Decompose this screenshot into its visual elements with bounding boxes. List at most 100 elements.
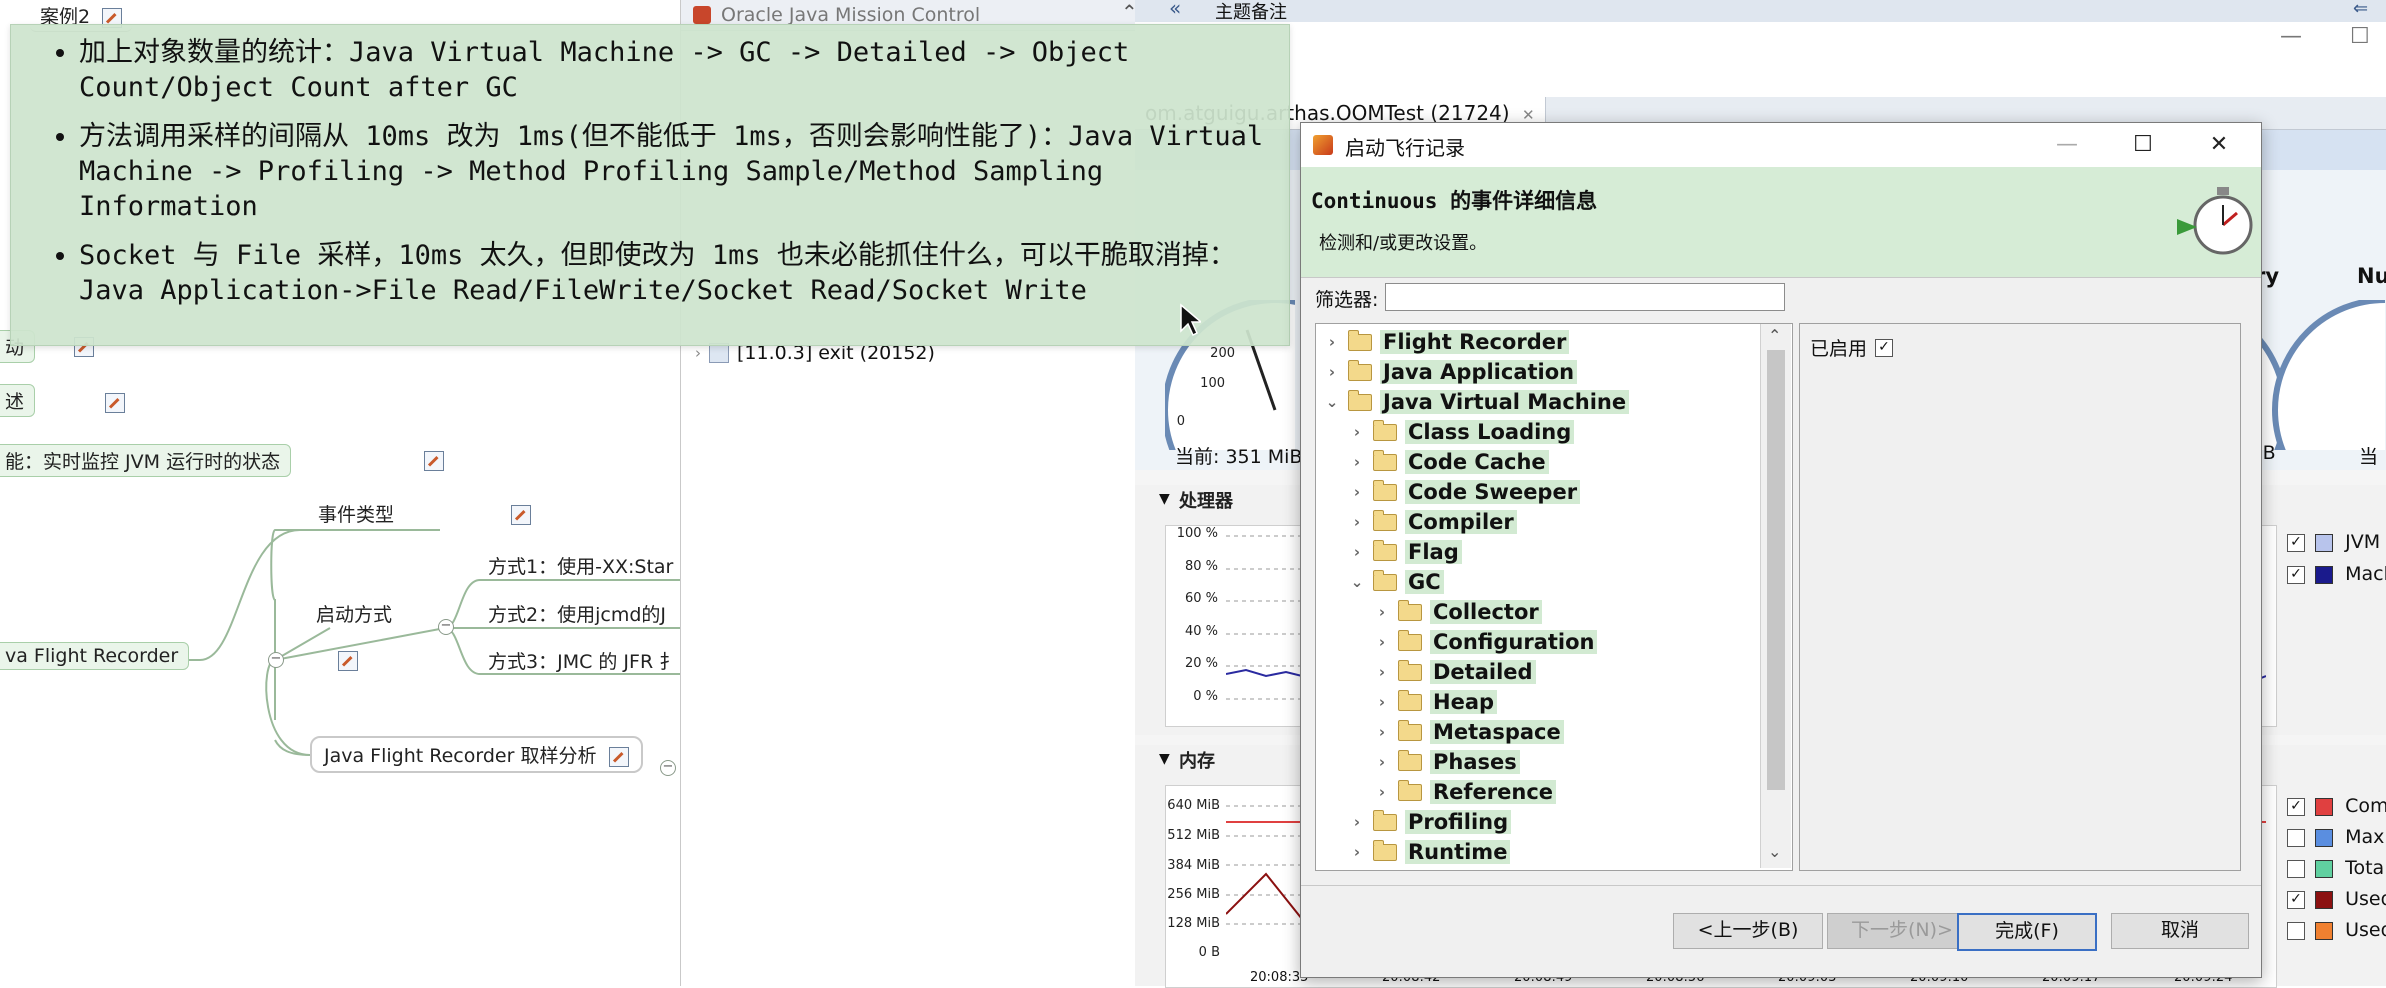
tree-row[interactable]: › Flight Recorder (1324, 327, 1570, 357)
tree-row-label: Flight Recorder (1380, 330, 1570, 354)
legend-item-jvm-cpu[interactable]: ✓ JVM C (2287, 531, 2386, 553)
chevron-right-icon[interactable]: › (1324, 333, 1340, 351)
legend-checkbox[interactable] (2287, 828, 2305, 847)
tree-row[interactable]: › Runtime (1349, 837, 1511, 867)
legend-label: Total (2345, 857, 2386, 879)
scrollbar-thumb[interactable] (1767, 350, 1785, 790)
chevron-right-icon[interactable]: › (1349, 843, 1365, 861)
tree-row[interactable]: ⌄ GC (1349, 567, 1444, 597)
collapse-toggle-icon[interactable]: − (660, 760, 676, 776)
legend-item-machine-cpu[interactable]: ✓ Mach (2287, 563, 2386, 585)
legend-label: Comi (2345, 795, 2386, 817)
enabled-checkbox[interactable]: ✓ (1875, 338, 1894, 357)
tree-row[interactable]: › Collector (1374, 597, 1542, 627)
edit-note-icon[interactable] (608, 746, 629, 767)
chevron-right-icon[interactable]: › (1349, 453, 1365, 471)
chart-tick: 128 MiB (1167, 916, 1220, 931)
tree-row[interactable]: › Detailed (1374, 657, 1536, 687)
tree-row[interactable]: › Configuration (1374, 627, 1598, 657)
tree-row-label: Reference (1430, 780, 1557, 804)
legend-label: Mach (2345, 563, 2386, 585)
annotation-overlay: 加上对象数量的统计：Java Virtual Machine -> GC -> … (10, 24, 1290, 346)
legend-item-total[interactable]: Total (2287, 857, 2386, 879)
tree-row[interactable]: › Heap (1374, 687, 1498, 717)
tree-row[interactable]: › Phases (1374, 747, 1520, 777)
finish-button[interactable]: 完成(F) (1957, 913, 2097, 951)
tree-row[interactable]: › Code Sweeper (1349, 477, 1581, 507)
tree-scrollbar[interactable]: ⌃ ⌄ (1760, 324, 1791, 868)
tree-row[interactable]: › Class Loading (1349, 417, 1575, 447)
chevron-right-icon[interactable]: › (1324, 363, 1340, 381)
minimize-icon[interactable]: — (2043, 127, 2091, 163)
tree-row[interactable]: › Compiler (1349, 507, 1517, 537)
double-chevron-left-icon[interactable]: « (1169, 0, 1181, 20)
chevron-right-icon[interactable]: › (1374, 753, 1390, 771)
legend-item-used-1[interactable]: ✓ Used (2287, 888, 2386, 910)
legend-item-used-2[interactable]: Used (2287, 919, 2386, 941)
collapse-triangle-icon[interactable]: ▼ (1159, 751, 1170, 767)
legend-checkbox[interactable]: ✓ (2287, 533, 2305, 552)
collapse-triangle-icon[interactable]: ▼ (1159, 491, 1170, 507)
enabled-setting[interactable]: 已启用 ✓ (1810, 334, 1897, 361)
legend-item-committed[interactable]: ✓ Comi (2287, 795, 2386, 817)
chevron-right-icon[interactable]: › (695, 344, 701, 362)
chevron-right-icon[interactable]: › (1374, 663, 1390, 681)
minimize-icon[interactable]: — (2280, 24, 2302, 49)
annotation-item: 方法调用采样的间隔从 10ms 改为 1ms(但不能低于 1ms，否则会影响性能… (79, 119, 1289, 224)
arrow-left-icon[interactable]: ⇐ (2353, 0, 2368, 19)
tree-row[interactable]: › Code Cache (1349, 447, 1549, 477)
edit-note-icon[interactable] (511, 504, 532, 525)
tree-row[interactable]: › Metaspace (1374, 717, 1564, 747)
chevron-right-icon[interactable]: › (1349, 813, 1365, 831)
legend-checkbox[interactable]: ✓ (2287, 890, 2305, 909)
legend-label: Used (2345, 919, 2386, 941)
tree-row-label: Profiling (1405, 810, 1512, 834)
tree-row[interactable]: › Profiling (1349, 807, 1512, 837)
legend-item-maximum[interactable]: Maxi (2287, 826, 2386, 848)
close-icon[interactable]: ✕ (2195, 127, 2243, 163)
tree-row[interactable]: › Reference (1374, 777, 1557, 807)
mindmap-node-jfr[interactable]: va Flight Recorder (0, 642, 190, 670)
mindmap-node-start-mode[interactable]: 启动方式 (316, 600, 392, 627)
mindmap-node-mode1[interactable]: 方式1：使用-XX:Star (488, 552, 673, 579)
folder-icon (1373, 509, 1397, 531)
chevron-down-icon[interactable]: ⌄ (1324, 393, 1340, 411)
legend-checkbox[interactable] (2287, 859, 2305, 878)
chevron-right-icon[interactable]: › (1349, 423, 1365, 441)
legend-label: Maxi (2345, 826, 2386, 848)
legend-checkbox[interactable]: ✓ (2287, 565, 2305, 584)
scroll-up-icon[interactable]: ⌃ (1768, 326, 1781, 345)
maximize-icon[interactable]: ☐ (2350, 24, 2370, 49)
legend-checkbox[interactable] (2287, 921, 2305, 940)
mindmap-node-mode2[interactable]: 方式2：使用jcmd的J (488, 600, 666, 627)
chevron-right-icon[interactable]: › (1349, 543, 1365, 561)
mindmap-node-mode3[interactable]: 方式3：JMC 的 JFR 扌 (488, 647, 678, 674)
tree-row[interactable]: › Flag (1349, 537, 1462, 567)
chevron-right-icon[interactable]: › (1374, 693, 1390, 711)
maximize-icon[interactable]: ☐ (2119, 127, 2167, 163)
chevron-right-icon[interactable]: › (1374, 603, 1390, 621)
chevron-right-icon[interactable]: › (1374, 723, 1390, 741)
collapse-toggle-icon[interactable]: − (268, 652, 284, 668)
chevron-down-icon[interactable]: ⌄ (1349, 573, 1365, 591)
chevron-right-icon[interactable]: › (1374, 783, 1390, 801)
filter-input[interactable] (1385, 283, 1785, 311)
edit-note-icon[interactable] (338, 650, 359, 671)
back-button[interactable]: <上一步(B) (1673, 913, 1823, 949)
chevron-right-icon[interactable]: › (1349, 513, 1365, 531)
scroll-down-icon[interactable]: ⌄ (1768, 842, 1781, 861)
mindmap-node-event-type[interactable]: 事件类型 (318, 500, 394, 527)
cancel-button[interactable]: 取消 (2111, 913, 2249, 949)
legend-checkbox[interactable]: ✓ (2287, 797, 2305, 816)
collapse-toggle-icon[interactable]: − (438, 619, 454, 635)
jmc-window-title: Oracle Java Mission Control (721, 4, 981, 26)
next-button[interactable]: 下一步(N)> (1827, 913, 1977, 949)
dialog-titlebar: 启动飞行记录 — ☐ ✕ (1301, 123, 2261, 167)
chevron-right-icon[interactable]: › (1374, 633, 1390, 651)
tree-row-label: Metaspace (1430, 720, 1564, 744)
mindmap-node-jfr-analysis[interactable]: Java Flight Recorder 取样分析 (310, 736, 643, 773)
dialog-header: Continuous 的事件详细信息 检测和/或更改设置。 (1301, 167, 2261, 278)
chevron-right-icon[interactable]: › (1349, 483, 1365, 501)
tree-row[interactable]: ⌄ Java Virtual Machine (1324, 387, 1630, 417)
tree-row[interactable]: › Java Application (1324, 357, 1578, 387)
